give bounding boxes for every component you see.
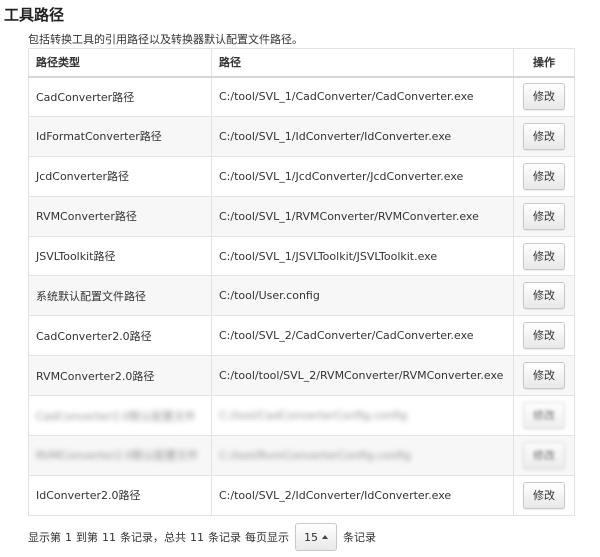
table-row: RVMConverter路径 C:/tool/SVL_1/RVMConverter… (28, 195, 575, 237)
edit-button[interactable]: 修改 (523, 282, 565, 310)
table-header-row: 路径类型 路径 操作 (28, 48, 575, 78)
pagination-footer: 显示第 1 到第 11 条记录，总共 11 条记录 每页显示 15 条记录 (28, 522, 376, 552)
path-type-cell: RVMConverter路径 (28, 195, 212, 237)
operation-cell: 修改 (513, 155, 575, 197)
operation-cell: 修改 (513, 355, 575, 397)
path-type-text: IdFormatConverter路径 (36, 130, 162, 144)
path-value-text: C:/tool/User.config (219, 289, 320, 303)
edit-button[interactable]: 修改 (523, 441, 565, 469)
table-row: JSVLToolkit路径 C:/tool/SVL_1/JSVLToolkit/J… (28, 235, 575, 277)
path-type-text: RVMConverter2.0路径 (36, 369, 155, 383)
range-end: 11 (102, 531, 116, 544)
path-type-cell: CadConverter2.0路径 (28, 315, 212, 357)
edit-button[interactable]: 修改 (523, 202, 565, 230)
path-type-cell: JSVLToolkit路径 (28, 235, 212, 277)
path-value-text: C:/tool/SVL_1/IdConverter/IdConverter.ex… (219, 129, 452, 143)
path-type-text: 系统默认配置文件路径 (36, 289, 146, 303)
path-value-cell: C:/tool/SVL_1/JSVLToolkit/JSVLToolkit.ex… (211, 235, 514, 277)
path-type-text: CadConverter路径 (36, 90, 135, 104)
table-body: CadConverter路径 C:/tool/SVL_1/CadConverter… (28, 76, 575, 516)
path-type-text: CadConverter2.0路径 (36, 329, 152, 343)
edit-button[interactable]: 修改 (523, 242, 565, 270)
table-row: JcdConverter路径 C:/tool/SVL_1/JcdConverter… (28, 155, 575, 197)
edit-button[interactable]: 修改 (523, 322, 565, 350)
operation-cell: 修改 (513, 115, 575, 157)
path-type-cell: RVMConverter2.0路径 (28, 355, 212, 397)
edit-button[interactable]: 修改 (523, 481, 565, 509)
page-title: 工具路径 (4, 6, 65, 24)
path-value-cell: C:/tool/SVL_1/CadConverter/CadConverter.… (211, 76, 514, 117)
column-header-path[interactable]: 路径 (211, 48, 514, 78)
path-value-text: C:/tool/SVL_1/JSVLToolkit/JSVLToolkit.ex… (219, 249, 438, 263)
edit-button[interactable]: 修改 (523, 83, 565, 111)
table-row: CadConverter2.0默认配置文件 C:/tool/CadConverte… (28, 395, 575, 437)
total-count: 11 (190, 531, 204, 544)
path-value-cell: C:/tool/CadConverterConfig.config (211, 395, 514, 437)
operation-cell: 修改 (513, 235, 575, 277)
path-type-text: RVMConverter路径 (36, 210, 137, 224)
path-type-text: JSVLToolkit路径 (36, 250, 116, 263)
page-size-value: 15 (304, 530, 318, 544)
caret-up-icon (322, 535, 328, 539)
operation-cell: 修改 (513, 195, 575, 237)
path-type-cell: RVMConverter2.0默认配置文件 (28, 435, 212, 476)
operation-cell: 修改 (513, 76, 575, 117)
path-value-cell: C:/tool/tool/SVL_2/RVMConverter/RVMConve… (211, 355, 514, 397)
path-value-cell: C:/tool/RvmConverterConfig.config (211, 435, 514, 476)
path-value-text: C:/tool/tool/SVL_2/RVMConverter/RVMConve… (219, 369, 504, 383)
edit-button[interactable]: 修改 (523, 362, 565, 390)
page-size-dropdown[interactable]: 15 (295, 523, 337, 551)
tool-path-table: 路径类型 路径 操作 CadConverter路径 C:/tool/SVL_1/C… (28, 48, 575, 516)
table-row: IdFormatConverter路径 C:/tool/SVL_1/IdConve… (28, 115, 575, 157)
edit-button[interactable]: 修改 (523, 402, 565, 430)
path-value-text: C:/tool/SVL_1/JcdConverter/JcdConverter.… (219, 169, 464, 183)
table-row: CadConverter2.0路径 C:/tool/SVL_2/CadConver… (28, 315, 575, 357)
path-type-cell: CadConverter2.0默认配置文件 (28, 395, 212, 437)
path-type-text: RVMConverter2.0默认配置文件 (36, 449, 199, 463)
path-type-cell: JcdConverter路径 (28, 155, 212, 197)
path-type-text: JcdConverter路径 (36, 170, 130, 184)
path-value-cell: C:/tool/User.config (211, 275, 514, 317)
path-type-cell: IdFormatConverter路径 (28, 115, 212, 157)
edit-button[interactable]: 修改 (523, 162, 565, 190)
path-value-text: C:/tool/SVL_2/IdConverter/IdConverter.ex… (219, 488, 452, 502)
table-row: 系统默认配置文件路径 C:/tool/User.config 修改 (28, 275, 575, 317)
operation-cell: 修改 (513, 275, 575, 317)
table-row: RVMConverter2.0路径 C:/tool/tool/SVL_2/RVMC… (28, 355, 575, 397)
path-value-cell: C:/tool/SVL_2/IdConverter/IdConverter.ex… (211, 474, 514, 516)
path-value-cell: C:/tool/SVL_2/CadConverter/CadConverter.… (211, 315, 514, 357)
column-header-operation: 操作 (513, 48, 575, 78)
column-header-type[interactable]: 路径类型 (28, 48, 212, 78)
range-start: 1 (65, 531, 72, 544)
path-value-text: C:/tool/RvmConverterConfig.config (219, 448, 411, 462)
edit-button[interactable]: 修改 (523, 122, 565, 150)
path-value-cell: C:/tool/SVL_1/RVMConverter/RVMConverter.… (211, 195, 514, 237)
page-size-suffix: 条记录 (343, 531, 376, 544)
path-type-text: IdConverter2.0路径 (36, 489, 141, 503)
path-value-cell: C:/tool/SVL_1/IdConverter/IdConverter.ex… (211, 115, 514, 157)
operation-cell: 修改 (513, 435, 575, 476)
path-value-text: C:/tool/SVL_2/CadConverter/CadConverter.… (219, 329, 474, 343)
path-type-cell: 系统默认配置文件路径 (28, 275, 212, 317)
path-value-text: C:/tool/CadConverterConfig.config (219, 409, 408, 423)
path-value-text: C:/tool/SVL_1/CadConverter/CadConverter.… (219, 90, 474, 104)
path-value-cell: C:/tool/SVL_1/JcdConverter/JcdConverter.… (211, 155, 514, 197)
operation-cell: 修改 (513, 395, 575, 437)
path-type-cell: CadConverter路径 (28, 76, 212, 117)
table-row: CadConverter路径 C:/tool/SVL_1/CadConverter… (28, 76, 575, 117)
operation-cell: 修改 (513, 474, 575, 516)
operation-cell: 修改 (513, 315, 575, 357)
path-type-cell: IdConverter2.0路径 (28, 474, 212, 516)
pagination-info: 显示第 1 到第 11 条记录，总共 11 条记录 每页显示 (28, 531, 289, 544)
table-row: RVMConverter2.0默认配置文件 C:/tool/RvmConverte… (28, 435, 575, 476)
table-row: IdConverter2.0路径 C:/tool/SVL_2/IdConverte… (28, 474, 575, 516)
path-value-text: C:/tool/SVL_1/RVMConverter/RVMConverter.… (219, 209, 479, 223)
page-subtitle: 包括转换工具的引用路径以及转换器默认配置文件路径。 (28, 33, 303, 46)
path-type-text: CadConverter2.0默认配置文件 (36, 409, 196, 423)
